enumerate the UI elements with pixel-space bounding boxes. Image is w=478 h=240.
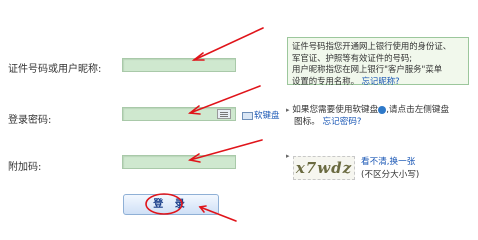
annotation-overlay bbox=[145, 27, 264, 222]
annotation-arrow bbox=[189, 139, 263, 161]
annotation-circle bbox=[145, 193, 183, 215]
annotation-arrow bbox=[193, 27, 264, 61]
annotation-arrow bbox=[189, 85, 261, 114]
annotation-arrow bbox=[199, 206, 237, 222]
